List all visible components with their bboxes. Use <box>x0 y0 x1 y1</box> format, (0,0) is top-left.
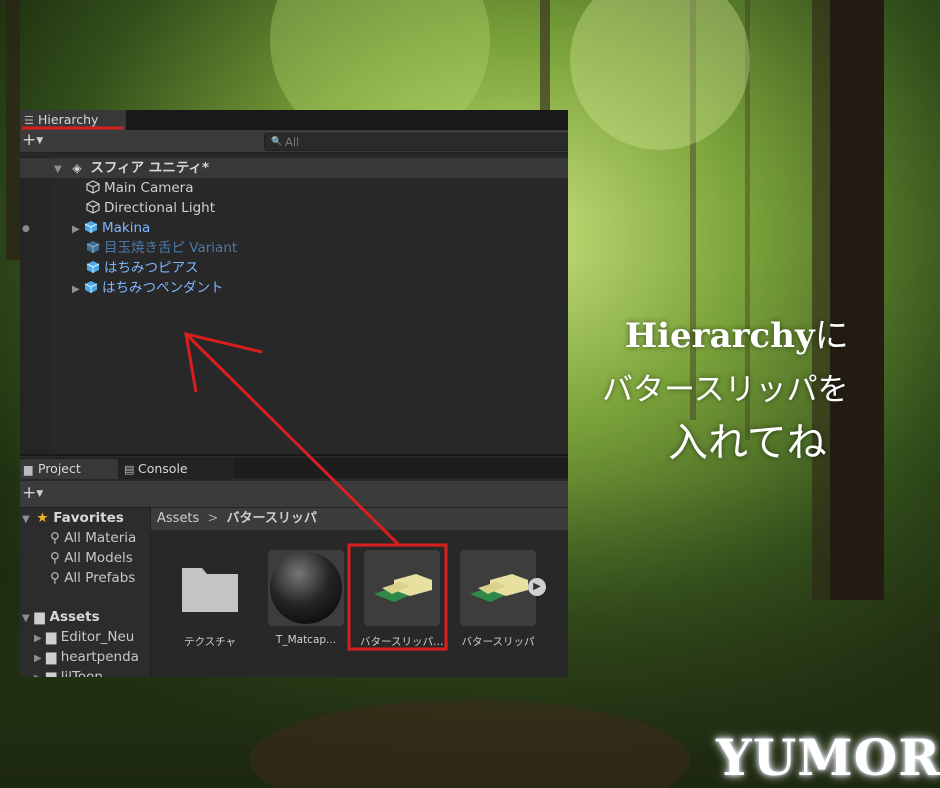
instruction-line-2: バタースリッパを <box>602 372 849 408</box>
asset-highlight-box <box>347 543 448 651</box>
drag-arrow-line <box>184 332 400 546</box>
instruction-line-1: Hierarchyに <box>625 308 849 357</box>
drag-arrow-head-icon <box>184 332 263 393</box>
watermark-logo: YUMOR <box>716 728 940 787</box>
instruction-hierarchy-word: Hierarchy <box>625 316 815 356</box>
instruction-line-3: 入れてね <box>668 420 827 466</box>
instruction-particle: に <box>814 316 849 356</box>
